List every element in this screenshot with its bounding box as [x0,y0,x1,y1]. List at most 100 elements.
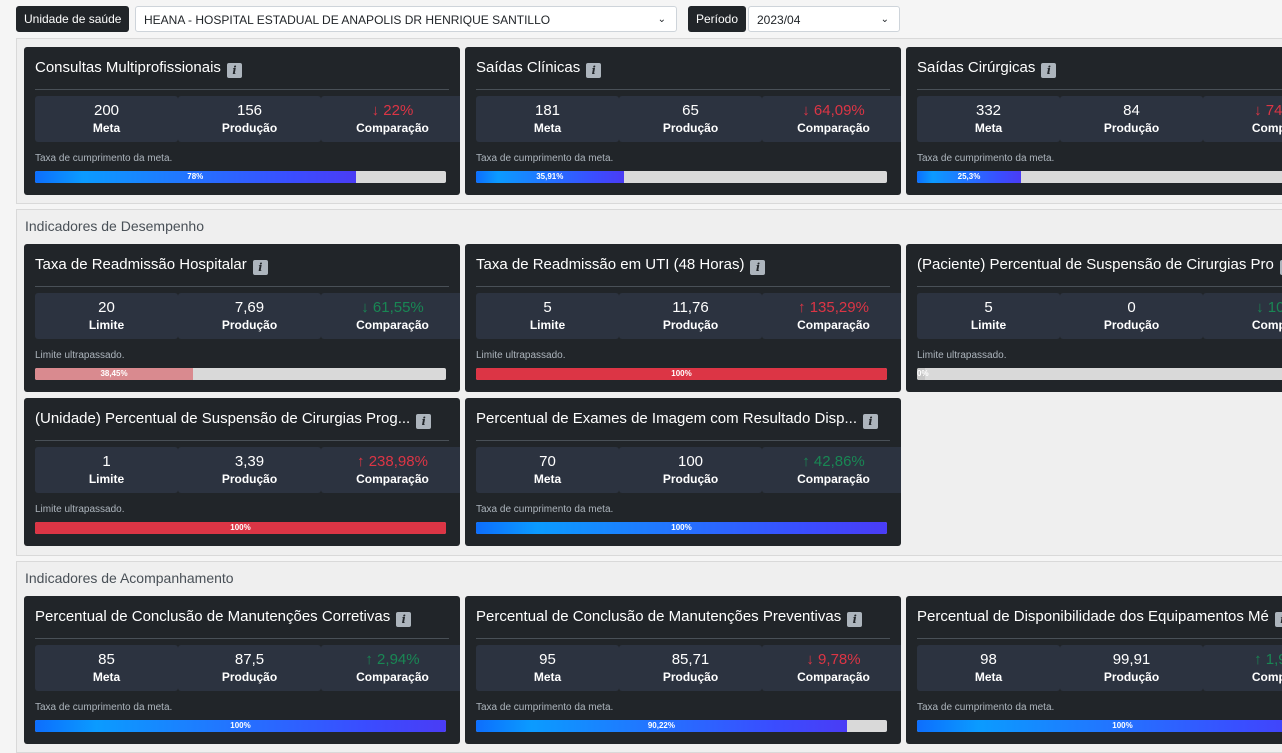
stat-target-value: 70 [539,453,556,470]
progress-bar-label: 38,45% [100,369,128,378]
progress-bar-label: 25,3% [957,172,981,181]
stat-comparison-label: Compar [1251,121,1282,135]
progress-bar-label: 78% [187,172,204,181]
indicator-card: Taxa de Readmissão Hospitalar i 20 Limite… [24,244,460,392]
stat-production-value: 99,91 [1112,651,1151,668]
indicator-card: Percentual de Conclusão de Manutenções P… [465,596,901,744]
stat-comparison-label: Comparação [797,472,870,486]
stat-comparison: ↑ 42,86% Comparação [762,447,901,493]
stat-production-label: Produção [662,121,719,135]
stat-comparison: ↓ 74,7 Compar [1203,96,1282,142]
indicator-card: Consultas Multiprofissionais i 200 Meta 1… [24,47,460,195]
stat-target-label: Meta [533,121,562,135]
stat-comparison-value: ↑ 2,94% [365,651,420,668]
divider [476,638,890,639]
card-title: Percentual de Disponibilidade dos Equipa… [917,608,1282,627]
stat-production: 85,71 Produção [619,645,762,691]
info-icon[interactable]: i [396,612,412,627]
stat-production-label: Produção [662,472,719,486]
info-icon[interactable]: i [226,63,242,78]
period-select-value: 2023/04 [757,13,801,27]
stat-comparison-label: Compar [1251,670,1282,684]
divider [476,286,890,287]
stat-target: 200 Meta [35,96,178,142]
stat-target-label: Meta [533,670,562,684]
progress-bar: 90,22% [476,720,887,732]
stat-comparison-label: Comparação [797,670,870,684]
stat-production: 3,39 Produção [178,447,321,493]
stat-target: 95 Meta [476,645,619,691]
stat-comparison-value: ↓ 22% [371,102,414,119]
stat-comparison-label: Compar [1251,318,1282,332]
stat-production: 99,91 Produção [1060,645,1203,691]
stat-target-value: 95 [539,651,556,668]
info-icon[interactable]: i [586,63,602,78]
stat-comparison: ↓ 9,78% Comparação [762,645,901,691]
card-title-text: Taxa de Readmissão Hospitalar [35,256,247,273]
stat-comparison: ↑ 135,29% Comparação [762,293,901,339]
chevron-down-icon: ⌄ [880,14,889,25]
card-title: Consultas Multiprofissionais i [35,59,242,78]
progress-bar-label: 100% [1112,721,1133,730]
stat-target-value: 200 [93,102,120,119]
info-icon[interactable]: i [1274,612,1282,627]
card-title-text: Percentual de Conclusão de Manutenções P… [476,608,842,625]
stat-production-value: 100 [677,453,704,470]
card-title-text: Taxa de Readmissão em UTI (48 Horas) [476,256,745,273]
stat-production: 156 Produção [178,96,321,142]
stat-production-label: Produção [221,121,278,135]
progress-bar-label: 100% [230,523,251,532]
stat-target-label: Limite [970,318,1007,332]
info-icon[interactable]: i [750,260,766,275]
info-icon[interactable]: i [416,414,432,429]
unit-select[interactable]: HEANA - HOSPITAL ESTADUAL DE ANAPOLIS DR… [135,6,677,32]
stat-target: 1 Limite [35,447,178,493]
stat-production-value: 11,76 [672,299,709,316]
stat-comparison-label: Comparação [356,318,429,332]
card-note: Taxa de cumprimento da meta. [35,153,173,164]
card-note: Taxa de cumprimento da meta. [917,702,1055,713]
progress-bar: 100% [35,720,446,732]
stat-target-value: 332 [975,102,1002,119]
stat-target-label: Meta [533,472,562,486]
stat-production-value: 3,39 [234,453,265,470]
indicator-card: Percentual de Disponibilidade dos Equipa… [906,596,1282,744]
card-title: Saídas Clínicas i [476,59,602,78]
progress-bar-label: 100% [230,721,251,730]
stat-production-label: Produção [221,318,278,332]
card-title: Percentual de Conclusão de Manutenções P… [476,608,863,627]
stat-target: 332 Meta [917,96,1060,142]
stat-target-value: 85 [98,651,115,668]
indicator-card: Saídas Clínicas i 181 Meta 65 Produção ↓ … [465,47,901,195]
stat-comparison-value: ↑ 238,98% [357,453,428,470]
stat-target-value: 20 [98,299,115,316]
stat-production-value: 0 [1127,299,1136,316]
info-icon[interactable]: i [252,260,268,275]
info-icon[interactable]: i [863,414,879,429]
info-icon[interactable]: i [847,612,863,627]
progress-bar-label: 100% [671,523,692,532]
divider [35,638,449,639]
info-icon[interactable]: i [1041,63,1057,78]
divider [917,638,1282,639]
card-note: Limite ultrapassado. [35,504,125,515]
stat-target-label: Limite [88,318,125,332]
stat-production: 100 Produção [619,447,762,493]
card-title-text: Percentual de Conclusão de Manutenções C… [35,608,391,625]
stat-production-value: 85,71 [671,651,710,668]
divider [35,440,449,441]
progress-bar: 78% [35,171,446,183]
stat-target-label: Meta [92,670,121,684]
card-title: (Unidade) Percentual de Suspensão de Cir… [35,410,432,429]
stat-target-label: Meta [92,121,121,135]
progress-bar: 100% [917,720,1282,732]
stat-production: 65 Produção [619,96,762,142]
card-note: Taxa de cumprimento da meta. [476,702,614,713]
period-select[interactable]: 2023/04 ⌄ [748,6,900,32]
stat-production-label: Produção [221,670,278,684]
stat-production-label: Produção [662,318,719,332]
stat-target-value: 5 [984,299,993,316]
stat-comparison: ↓ 61,55% Comparação [321,293,460,339]
section-title: Indicadores de Desempenho [25,218,205,234]
card-title-text: Consultas Multiprofissionais [35,59,221,76]
